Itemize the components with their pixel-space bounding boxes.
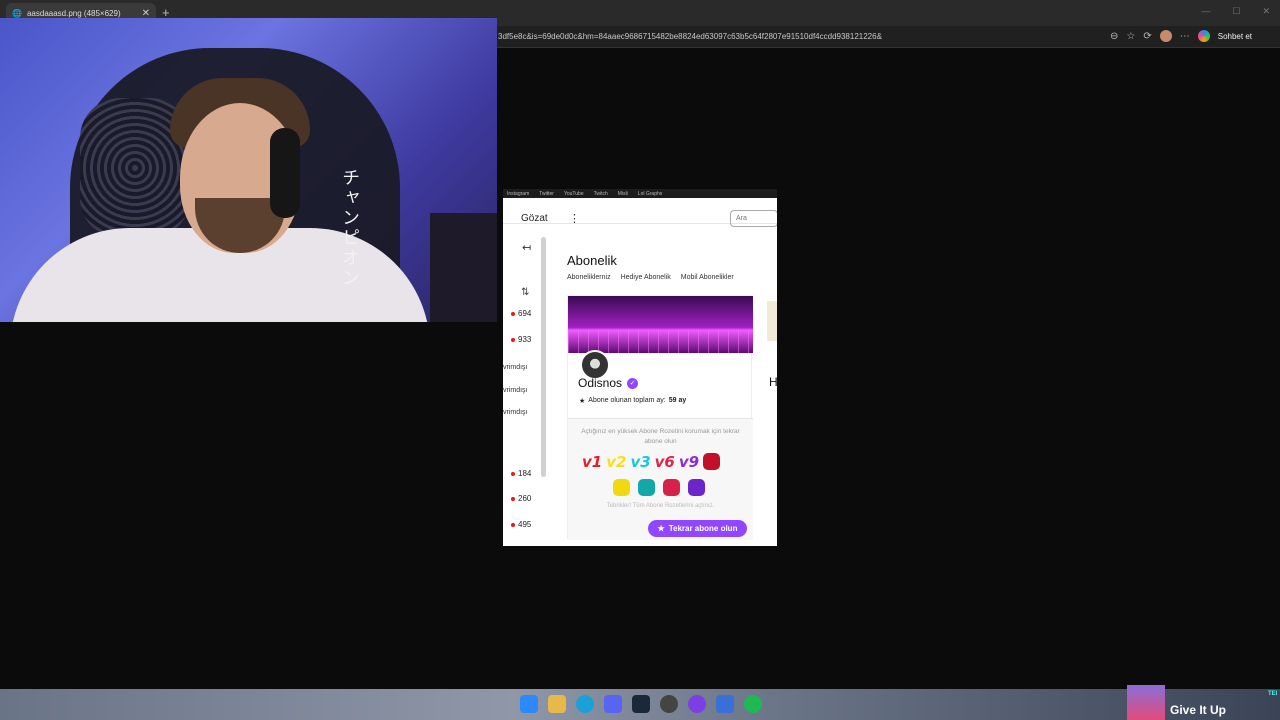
chair-text: チャンピオン <box>339 168 360 288</box>
tab-your-subscriptions[interactable]: Aboneliklerniz <box>567 274 611 281</box>
badge-row-top: v1 v2 v3 v6 v9 <box>582 453 721 471</box>
minimize-icon[interactable]: — <box>1201 6 1210 17</box>
live-dot-icon <box>511 522 515 527</box>
maximize-icon[interactable]: ☐ <box>1232 6 1240 17</box>
globe-icon: 🌐 <box>12 8 22 18</box>
sidebar-viewer-count[interactable]: 495 <box>511 520 531 529</box>
badge-v6: v6 <box>654 453 675 471</box>
sidebar-viewer-count[interactable]: 694 <box>511 309 531 318</box>
badge-mask-purple-icon <box>688 479 705 496</box>
channel-name[interactable]: Odisnos <box>578 376 622 390</box>
tab-gift-subscription[interactable]: Hediye Abonelik <box>621 274 671 281</box>
badge-section: Açtığınız en yüksek Abone Rozetini korum… <box>568 418 753 540</box>
search-input[interactable]: Ara <box>730 210 777 227</box>
badge-complete-text: Tebrikler! Tüm Abone Rozetlerini açtınız… <box>606 503 715 509</box>
discord-icon[interactable] <box>604 695 622 713</box>
subscription-card: Odisnos ✓ ★ Abone olunan toplam ay: 59 a… <box>567 295 753 540</box>
collapse-sidebar-icon[interactable]: ↤ <box>522 241 531 254</box>
badge-v9: v9 <box>678 453 700 471</box>
bookmarks-bar: Instagram Twitter YouTube Twitch Misli L… <box>503 189 777 198</box>
zoom-icon[interactable]: ⊖ <box>1110 31 1118 42</box>
bookmark-misli[interactable]: Misli <box>618 191 628 197</box>
edge-icon[interactable] <box>576 695 594 713</box>
sidebar-offline[interactable]: vrimdışı <box>503 387 528 394</box>
viewer-count: 184 <box>518 469 532 478</box>
sort-icon[interactable]: ⇅ <box>521 287 529 298</box>
more-options-icon[interactable]: ⋮ <box>569 212 580 225</box>
more-menu-icon[interactable]: ⋯ <box>1180 31 1190 42</box>
app-icon[interactable] <box>716 695 734 713</box>
window-controls: — ☐ ✕ <box>1201 6 1270 17</box>
taskbar-side-label: TEI <box>1268 691 1278 697</box>
badge-mask-red-icon <box>703 453 721 470</box>
live-dot-icon <box>511 311 515 316</box>
copilot-icon[interactable] <box>1197 30 1210 42</box>
bookmark-youtube[interactable]: YouTube <box>564 191 584 197</box>
star-icon: ★ <box>579 398 586 405</box>
sub-months-label: Abone olunan toplam ay: <box>588 397 666 404</box>
viewer-count: 694 <box>518 309 532 318</box>
sidebar-viewer-count[interactable]: 933 <box>511 335 531 344</box>
start-icon[interactable] <box>520 695 538 713</box>
sidebar-scrollbar[interactable] <box>541 237 546 477</box>
browse-link[interactable]: Gözat <box>521 213 548 224</box>
resubscribe-label: Tekrar abone olun <box>668 524 738 533</box>
sidebar-offline[interactable]: vrimdışı <box>503 409 528 416</box>
live-dot-icon <box>511 471 515 476</box>
chrome-icon[interactable] <box>660 695 678 713</box>
room-background <box>430 213 497 322</box>
live-dot-icon <box>511 337 515 342</box>
viewer-count: 260 <box>518 494 532 503</box>
badge-mask-yellow-icon <box>613 479 630 496</box>
address-bar-icons: ⊖ ☆ ⟳ ⋯ Sohbet et <box>1110 30 1252 42</box>
subscription-card-partial: H <box>761 295 777 539</box>
taskbar-icons <box>520 695 762 713</box>
subscription-info: ★ Abone olunan toplam ay: 59 ay <box>579 397 686 405</box>
spotify-icon[interactable] <box>744 695 762 713</box>
bookmark-twitch[interactable]: Twitch <box>594 191 608 197</box>
close-window-icon[interactable]: ✕ <box>1262 6 1270 17</box>
tab-title: aasdaaasd.png (485×629) <box>26 8 121 18</box>
file-explorer-icon[interactable] <box>548 695 566 713</box>
badge-v2: v2 <box>606 453 627 471</box>
extensions-icon[interactable]: ⟳ <box>1143 31 1151 42</box>
viewer-count: 933 <box>518 335 532 344</box>
tab-close-icon[interactable]: ✕ <box>142 8 150 19</box>
viewer-count: 495 <box>518 520 532 529</box>
bookmark-twitter[interactable]: Twitter <box>539 191 554 197</box>
page-title: Abonelik <box>567 253 617 268</box>
badge-v1: v1 <box>582 453 603 471</box>
webcam-overlay: チャンピオン <box>0 18 497 322</box>
obs-icon[interactable] <box>688 695 706 713</box>
sidebar-viewer-count[interactable]: 260 <box>511 494 531 503</box>
twitch-screenshot: Instagram Twitter YouTube Twitch Misli L… <box>503 189 777 546</box>
channel-name-row[interactable]: Odisnos ✓ <box>578 376 639 390</box>
bookmark-lolgraphs[interactable]: Lol Graphs <box>638 191 662 197</box>
badge-mask-teal-icon <box>638 479 655 496</box>
badge-message: Açtığınız en yüksek Abone Rozetini korum… <box>581 428 740 445</box>
badge-mask-crimson-icon <box>663 479 680 496</box>
sub-months-value: 59 ay <box>668 397 687 404</box>
now-playing-title[interactable]: Give It Up <box>1170 703 1226 717</box>
subscription-tabs: Aboneliklerniz Hediye Abonelik Mobil Abo… <box>567 274 734 281</box>
card-banner-partial <box>767 301 777 341</box>
url-field[interactable]: 3df5e8c&is=69de0d0c&hm=84aaec9686715482b… <box>498 32 882 41</box>
verified-icon: ✓ <box>627 377 639 389</box>
profile-avatar[interactable] <box>1159 30 1172 42</box>
headset <box>270 128 300 218</box>
chat-button[interactable]: Sohbet et <box>1218 32 1252 41</box>
steam-icon[interactable] <box>632 695 650 713</box>
sidebar-offline[interactable]: vrimdışı <box>503 364 528 371</box>
star-icon: ★ <box>657 524 665 533</box>
favorite-star-icon[interactable]: ☆ <box>1126 31 1135 42</box>
badge-v3: v3 <box>630 453 651 471</box>
tab-mobile-subscriptions[interactable]: Mobil Abonelikler <box>681 274 734 281</box>
resubscribe-button[interactable]: ★ Tekrar abone olun <box>648 520 747 537</box>
live-dot-icon <box>511 496 515 501</box>
badge-row-bottom <box>613 479 705 496</box>
now-playing-artwork[interactable] <box>1127 685 1165 720</box>
bookmark-instagram[interactable]: Instagram <box>507 191 529 197</box>
channel-initial: H <box>769 375 777 389</box>
sidebar-viewer-count[interactable]: 184 <box>511 469 531 478</box>
